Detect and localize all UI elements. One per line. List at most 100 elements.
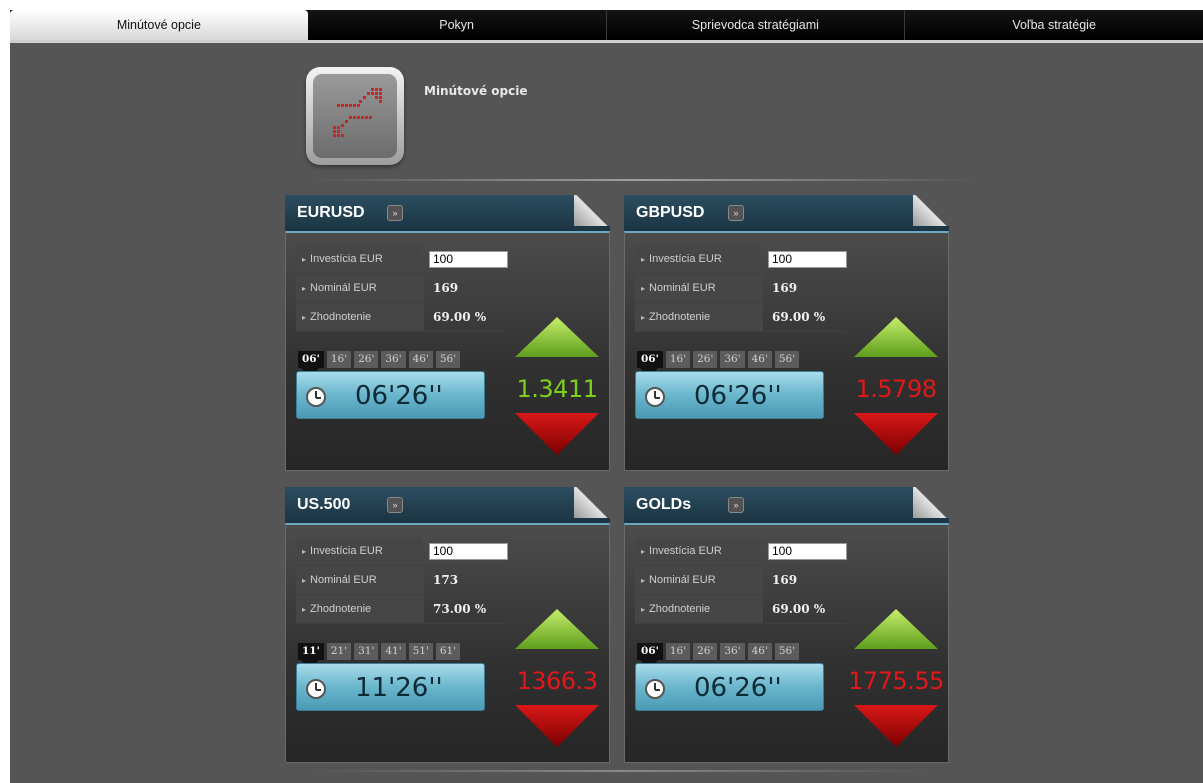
nominal-label: Nominál EUR — [296, 274, 424, 302]
expiry-option[interactable]: 36' — [381, 351, 406, 368]
nominal-value: 169 — [433, 281, 459, 295]
card-body: Investícia EUR Nominál EUR 169 Zhodnoteni… — [624, 231, 949, 471]
call-up-button[interactable] — [515, 609, 599, 649]
divider — [310, 179, 980, 181]
put-down-button[interactable] — [515, 413, 599, 455]
call-up-button[interactable] — [854, 317, 938, 357]
yield-value: 69.00 % — [772, 310, 826, 324]
symbol-label: US.500 — [297, 496, 351, 513]
expiry-option[interactable]: 36' — [720, 643, 745, 660]
expiry-option[interactable]: 51' — [408, 643, 433, 660]
countdown-timer: 06'26'' — [296, 371, 485, 419]
investment-label: Investícia EUR — [635, 537, 761, 565]
card-body: Investícia EUR Nominál EUR 169 Zhodnoteni… — [285, 231, 610, 471]
nominal-value: 169 — [772, 573, 798, 587]
clock-icon — [645, 679, 665, 699]
put-down-button[interactable] — [515, 705, 599, 747]
tab-volba-strategie[interactable]: Voľba stratégie — [905, 10, 1203, 40]
clock-icon — [645, 387, 665, 407]
expiry-option[interactable]: 11' — [298, 643, 324, 670]
put-down-button[interactable] — [854, 413, 938, 455]
countdown-timer: 11'26'' — [296, 663, 485, 711]
tab-pokyn[interactable]: Pokyn — [308, 10, 607, 40]
timer-value: 06'26'' — [694, 381, 782, 411]
current-price: 1775.55 — [848, 667, 944, 695]
chart-trend-icon — [306, 67, 404, 165]
option-card-us500: US.500 » Investícia EUR Nominál EUR 173 Z… — [285, 487, 610, 763]
investment-input[interactable] — [429, 250, 508, 268]
current-price: 1.3411 — [516, 375, 598, 403]
expiry-option[interactable]: 26' — [354, 351, 379, 368]
call-up-button[interactable] — [854, 609, 938, 649]
expiry-option[interactable]: 06' — [637, 351, 663, 378]
chevron-down-icon[interactable]: » — [387, 497, 403, 513]
expiry-option[interactable]: 36' — [720, 351, 745, 368]
countdown-timer: 06'26'' — [635, 663, 824, 711]
expiry-option[interactable]: 31' — [354, 643, 379, 660]
countdown-timer: 06'26'' — [635, 371, 824, 419]
expiry-option[interactable]: 41' — [381, 643, 406, 660]
investment-input[interactable] — [768, 250, 847, 268]
expiry-option[interactable]: 56' — [435, 351, 461, 368]
expiry-selector: 06' 16' 26' 36' 46' 56' — [637, 351, 800, 378]
expiry-option[interactable]: 46' — [747, 643, 772, 660]
expiry-option[interactable]: 56' — [774, 351, 800, 368]
yield-label: Zhodnotenie — [635, 303, 763, 331]
nominal-value: 173 — [433, 573, 459, 587]
investment-label: Investícia EUR — [296, 537, 422, 565]
yield-label: Zhodnotenie — [296, 303, 424, 331]
chevron-down-icon[interactable]: » — [728, 205, 744, 221]
investment-input[interactable] — [768, 542, 847, 560]
expiry-option[interactable]: 46' — [408, 351, 433, 368]
investment-label: Investícia EUR — [635, 245, 761, 273]
chevron-down-icon[interactable]: » — [728, 497, 744, 513]
nominal-value: 169 — [772, 281, 798, 295]
yield-label: Zhodnotenie — [296, 595, 424, 623]
expiry-option[interactable]: 16' — [665, 351, 691, 368]
expiry-option[interactable]: 61' — [435, 643, 461, 660]
current-price: 1366.3 — [516, 667, 598, 695]
investment-label: Investícia EUR — [296, 245, 422, 273]
page-fold-icon — [574, 487, 610, 518]
yield-value: 69.00 % — [433, 310, 487, 324]
expiry-option[interactable]: 26' — [693, 351, 718, 368]
timer-value: 06'26'' — [355, 381, 443, 411]
yield-value: 69.00 % — [772, 602, 826, 616]
nominal-label: Nominál EUR — [296, 566, 424, 594]
tab-sprievodca-strategiami[interactable]: Sprievodca stratégiami — [607, 10, 906, 40]
option-card-eurusd: EURUSD » Investícia EUR Nominál EUR 169 Z… — [285, 195, 610, 471]
nominal-label: Nominál EUR — [635, 566, 763, 594]
expiry-option[interactable]: 56' — [774, 643, 800, 660]
page-fold-icon — [574, 195, 610, 226]
app-title: Minútové opcie — [424, 84, 528, 98]
option-card-golds: GOLDs » Investícia EUR Nominál EUR 169 Zh… — [624, 487, 949, 763]
card-body: Investícia EUR Nominál EUR 173 Zhodnoteni… — [285, 523, 610, 763]
symbol-label: EURUSD — [297, 204, 365, 221]
expiry-option[interactable]: 16' — [326, 351, 352, 368]
call-up-button[interactable] — [515, 317, 599, 357]
expiry-option[interactable]: 46' — [747, 351, 772, 368]
clock-icon — [306, 679, 326, 699]
nominal-label: Nominál EUR — [635, 274, 763, 302]
expiry-option[interactable]: 06' — [298, 351, 324, 378]
tab-minutove-opcie[interactable]: Minútové opcie — [10, 10, 308, 40]
expiry-selector: 06' 16' 26' 36' 46' 56' — [298, 351, 461, 378]
yield-label: Zhodnotenie — [635, 595, 763, 623]
option-card-gbpusd: GBPUSD » Investícia EUR Nominál EUR 169 Z… — [624, 195, 949, 471]
expiry-option[interactable]: 26' — [693, 643, 718, 660]
expiry-option[interactable]: 06' — [637, 643, 663, 670]
symbol-label: GBPUSD — [636, 204, 705, 221]
page-fold-icon — [913, 487, 949, 518]
symbol-label: GOLDs — [636, 496, 692, 513]
current-price: 1.5798 — [855, 375, 937, 403]
expiry-selector: 11' 21' 31' 41' 51' 61' — [298, 643, 461, 670]
chevron-down-icon[interactable]: » — [387, 205, 403, 221]
page-fold-icon — [913, 195, 949, 226]
tab-bar: Minútové opcie Pokyn Sprievodca stratégi… — [10, 10, 1203, 40]
expiry-option[interactable]: 21' — [326, 643, 352, 660]
put-down-button[interactable] — [854, 705, 938, 747]
investment-input[interactable] — [429, 542, 508, 560]
main-panel: Minútové opcie EURUSD » Investícia EUR N… — [10, 40, 1203, 783]
timer-value: 06'26'' — [694, 673, 782, 703]
expiry-option[interactable]: 16' — [665, 643, 691, 660]
